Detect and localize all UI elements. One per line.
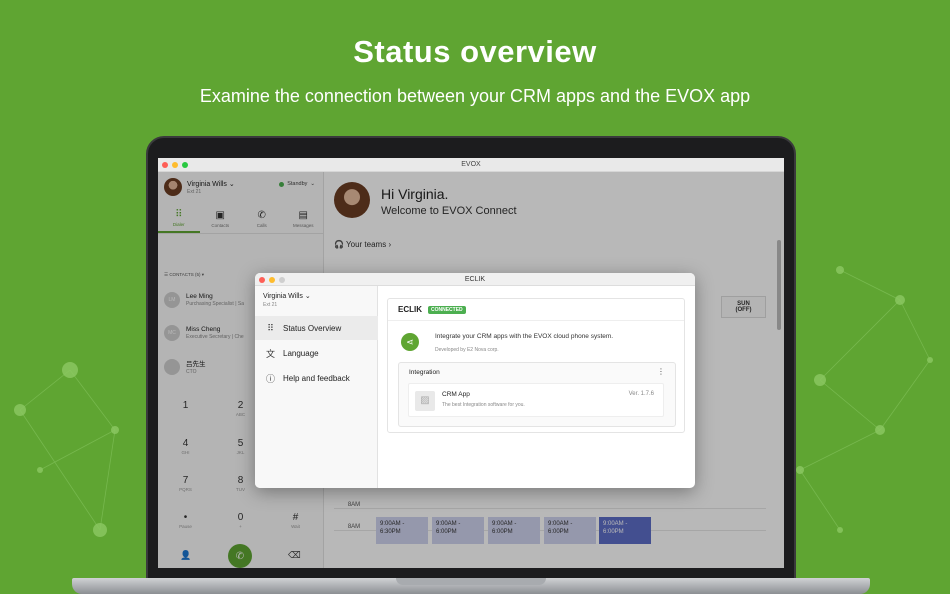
status-badge: CONNECTED xyxy=(428,305,466,314)
eclik-dialog: ECLIK Virginia Wills ⌄ Ext 21 ⠿ Status O… xyxy=(255,273,695,488)
app-tagline: The best Integration software for you. xyxy=(442,402,525,408)
dialog-titlebar: ECLIK xyxy=(255,273,695,286)
translate-icon: 文 xyxy=(265,348,275,359)
dialog-sidebar: Virginia Wills ⌄ Ext 21 ⠿ Status Overvie… xyxy=(255,286,378,488)
brand-label: ECLIK xyxy=(398,305,422,314)
app-version: Ver. 1.7.6 xyxy=(628,391,654,397)
zoom-window-button[interactable] xyxy=(182,162,188,168)
grid-icon: ⠿ xyxy=(267,322,274,333)
more-options-icon[interactable]: ⋮ xyxy=(657,367,665,376)
laptop-notch xyxy=(396,578,546,585)
app-name: CRM App xyxy=(442,391,470,398)
dialog-content: ECLIK CONNECTED ⋖ Integrate your CRM app… xyxy=(378,286,695,488)
integration-panel: Integration ⋮ ▨ CRM App The best Integra… xyxy=(398,362,676,427)
share-icon: ⋖ xyxy=(401,333,419,351)
chevron-down-icon: ⌄ xyxy=(304,293,311,300)
evox-titlebar: EVOX xyxy=(158,158,784,172)
image-placeholder-icon: ▨ xyxy=(415,391,435,411)
menu-help-feedback[interactable]: ⓘ Help and feedback xyxy=(255,366,378,390)
close-dialog-button[interactable] xyxy=(259,276,265,283)
hero-title: Status overview xyxy=(353,34,597,69)
menu-language[interactable]: 文 Language xyxy=(255,341,378,365)
menu-status-overview[interactable]: ⠿ Status Overview xyxy=(255,316,378,340)
zoom-dialog-button[interactable] xyxy=(279,276,285,283)
minimize-dialog-button[interactable] xyxy=(269,276,275,283)
developer-text: Developed by E2 Nova corp. xyxy=(435,347,499,353)
integration-app-item[interactable]: ▨ CRM App The best Integration software … xyxy=(408,383,664,417)
window-title: EVOX xyxy=(461,161,481,168)
dialog-user[interactable]: Virginia Wills ⌄ Ext 21 xyxy=(263,292,311,308)
close-window-button[interactable] xyxy=(162,162,168,168)
status-card: ECLIK CONNECTED ⋖ Integrate your CRM app… xyxy=(387,298,685,433)
hero-subtitle: Examine the connection between your CRM … xyxy=(199,86,751,106)
dialog-title: ECLIK xyxy=(464,276,486,283)
info-icon: ⓘ xyxy=(265,373,275,384)
integration-label: Integration xyxy=(409,369,440,376)
minimize-window-button[interactable] xyxy=(172,162,178,168)
intro-text: Integrate your CRM apps with the EVOX cl… xyxy=(435,333,614,340)
